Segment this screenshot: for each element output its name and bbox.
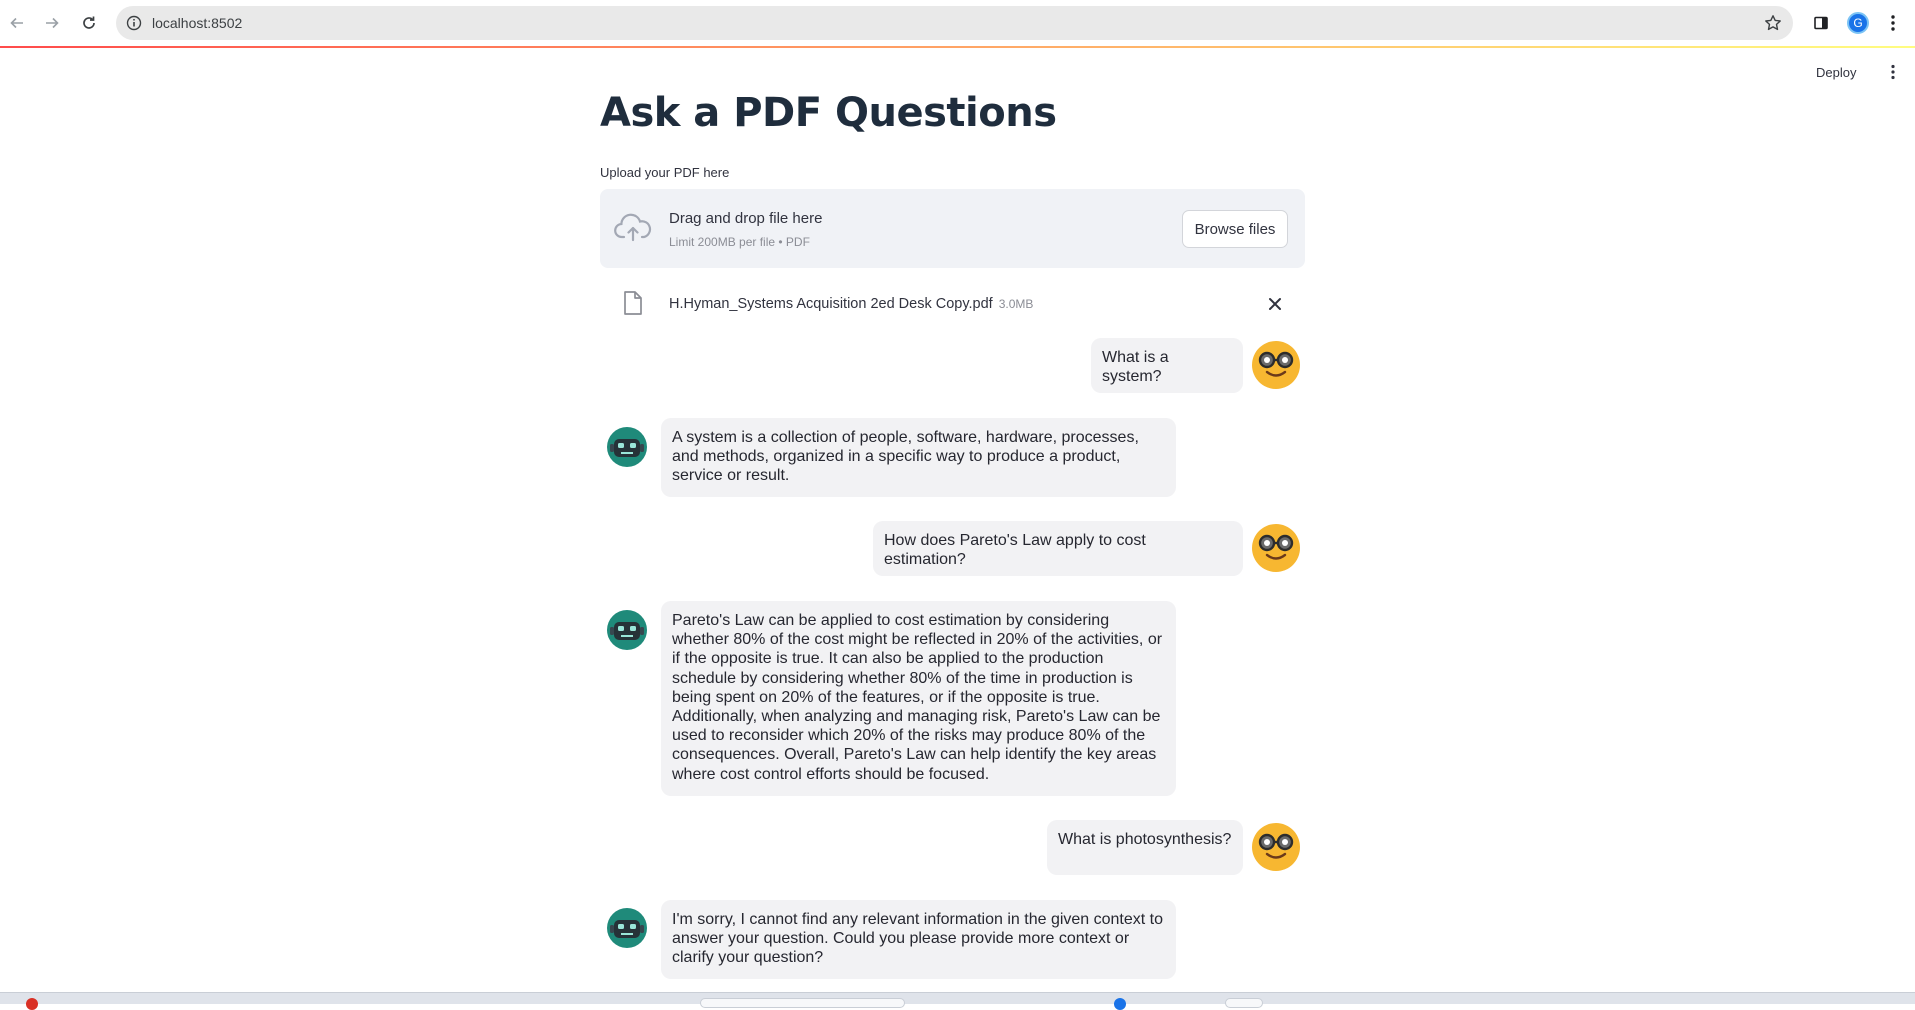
page-title: Ask a PDF Questions xyxy=(600,90,1057,136)
profile-avatar[interactable]: G xyxy=(1847,12,1869,34)
nerd-face-icon xyxy=(1252,823,1300,871)
robot-icon xyxy=(607,427,647,467)
robot-icon xyxy=(607,610,647,650)
file-dropzone[interactable]: Drag and drop file here Limit 200MB per … xyxy=(600,189,1305,268)
dropzone-limit: Limit 200MB per file • PDF xyxy=(669,235,810,249)
forward-button[interactable] xyxy=(40,11,64,35)
upload-label: Upload your PDF here xyxy=(600,165,730,180)
user-message-bubble: What is photosynthesis? xyxy=(1047,820,1243,875)
info-icon[interactable] xyxy=(124,13,144,33)
url-text: localhost:8502 xyxy=(152,15,243,31)
taskbar-search[interactable] xyxy=(700,998,905,1008)
close-icon[interactable] xyxy=(1265,294,1285,314)
star-icon[interactable] xyxy=(1763,13,1783,33)
side-panel-icon[interactable] xyxy=(1810,12,1832,34)
os-taskbar xyxy=(0,992,1915,1010)
user-message-bubble: How does Pareto's Law apply to cost esti… xyxy=(873,521,1243,576)
assistant-message-bubble: Pareto's Law can be applied to cost esti… xyxy=(661,601,1176,796)
arrow-right-icon xyxy=(46,17,59,29)
file-size: 3.0MB xyxy=(998,297,1034,311)
decoration-bar xyxy=(0,46,1915,48)
assistant-message-bubble: I'm sorry, I cannot find any relevant in… xyxy=(661,900,1176,979)
deploy-button[interactable]: Deploy xyxy=(1812,61,1860,83)
file-name-text: H.Hyman_Systems Acquisition 2ed Desk Cop… xyxy=(669,296,993,312)
file-name: H.Hyman_Systems Acquisition 2ed Desk Cop… xyxy=(669,296,1033,312)
main-menu-icon[interactable] xyxy=(1884,62,1902,82)
cloud-upload-icon xyxy=(614,213,652,242)
reload-icon xyxy=(83,16,95,29)
browser-toolbar: localhost:8502 G xyxy=(0,0,1915,46)
dropzone-title: Drag and drop file here xyxy=(669,210,823,227)
arrow-left-icon xyxy=(10,17,23,29)
taskbar-app-dot[interactable] xyxy=(1114,998,1126,1010)
address-bar[interactable]: localhost:8502 xyxy=(116,6,1793,40)
document-icon xyxy=(624,291,642,315)
browse-files-button[interactable]: Browse files xyxy=(1182,210,1288,248)
taskbar-status-dot xyxy=(26,998,38,1010)
reload-button[interactable] xyxy=(77,11,101,35)
user-message-bubble: What is a system? xyxy=(1091,338,1243,393)
assistant-message-bubble: A system is a collection of people, soft… xyxy=(661,418,1176,497)
taskbar-app[interactable] xyxy=(1225,998,1263,1008)
nerd-face-icon xyxy=(1252,524,1300,572)
robot-icon xyxy=(607,908,647,948)
browser-menu-icon[interactable] xyxy=(1882,12,1904,34)
uploaded-file: H.Hyman_Systems Acquisition 2ed Desk Cop… xyxy=(600,282,1305,326)
back-button[interactable] xyxy=(5,11,29,35)
nerd-face-icon xyxy=(1252,341,1300,389)
